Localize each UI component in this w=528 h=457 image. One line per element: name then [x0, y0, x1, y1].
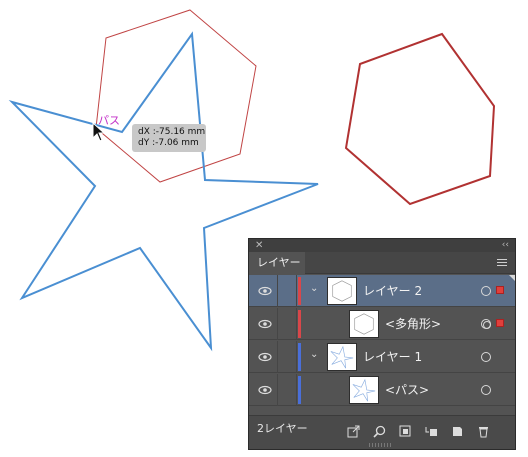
- layer-row-layer-1[interactable]: ⌄ レイヤー 1: [249, 341, 515, 373]
- layer-count-label: 2レイヤー: [257, 422, 308, 435]
- layer-color-bar: [298, 310, 301, 338]
- selection-indicator[interactable]: [496, 319, 504, 327]
- layers-panel: ✕ ‹‹ レイヤー ⌄ レイヤー 2 <多角形> ⌄ レイヤー 1 <パス> 2…: [248, 238, 516, 450]
- move-delta-tooltip: dX :-75.16 mm dY :-7.06 mm: [132, 124, 206, 152]
- layer-thumbnail: [327, 343, 357, 371]
- lock-toggle[interactable]: [277, 374, 297, 406]
- target-circle-icon[interactable]: [481, 352, 491, 362]
- layer-row-path[interactable]: <パス>: [249, 374, 515, 406]
- tooltip-dy: dY :-7.06 mm: [138, 138, 199, 148]
- layer-name[interactable]: レイヤー 1: [363, 341, 422, 373]
- lock-toggle[interactable]: [277, 341, 297, 373]
- collapse-icon[interactable]: ‹‹: [502, 239, 509, 252]
- tooltip-dx: dX :-75.16 mm: [138, 127, 206, 137]
- sublayer-name[interactable]: <パス>: [385, 374, 429, 406]
- sublayer-name[interactable]: <多角形>: [385, 308, 441, 340]
- clipping-mask-icon[interactable]: [399, 423, 412, 437]
- close-icon[interactable]: ✕: [255, 239, 263, 252]
- chevron-down-icon[interactable]: ⌄: [310, 349, 318, 360]
- new-sublayer-icon[interactable]: [425, 423, 438, 436]
- chevron-down-icon[interactable]: ⌄: [310, 283, 318, 294]
- sublayer-thumbnail: [349, 310, 379, 338]
- layer-color-bar: [298, 277, 301, 305]
- selection-indicator[interactable]: [496, 286, 504, 294]
- visibility-eye-icon[interactable]: [258, 319, 272, 329]
- target-double-circle-icon[interactable]: [481, 319, 491, 329]
- visibility-eye-icon[interactable]: [258, 352, 272, 362]
- trash-icon[interactable]: [477, 423, 490, 438]
- tab-layers[interactable]: レイヤー: [249, 252, 305, 274]
- target-circle-icon[interactable]: [481, 385, 491, 395]
- visibility-eye-icon[interactable]: [258, 385, 272, 395]
- layer-row-layer-2[interactable]: ⌄ レイヤー 2: [249, 275, 515, 307]
- hexagon-outline-left[interactable]: [95, 9, 257, 183]
- search-icon[interactable]: [373, 423, 386, 438]
- visibility-eye-icon[interactable]: [258, 286, 272, 296]
- panel-titlebar: ✕ ‹‹: [249, 239, 515, 252]
- target-circle-icon[interactable]: [481, 286, 491, 296]
- lock-toggle[interactable]: [277, 308, 297, 340]
- current-layer-marker: [509, 275, 515, 281]
- resize-grip[interactable]: [369, 443, 393, 447]
- selection-cursor-icon: [92, 122, 106, 142]
- export-icon[interactable]: [347, 423, 360, 438]
- layer-color-bar: [298, 343, 301, 371]
- panel-footer: 2レイヤー: [249, 415, 515, 449]
- layer-color-bar: [298, 376, 301, 404]
- layer-thumbnail: [327, 277, 357, 305]
- hexagon-shape-right[interactable]: [344, 32, 496, 206]
- new-layer-icon[interactable]: [451, 423, 464, 436]
- panel-menu-icon[interactable]: [497, 259, 507, 267]
- layer-row-polygon[interactable]: <多角形>: [249, 308, 515, 340]
- layer-name[interactable]: レイヤー 2: [363, 275, 422, 307]
- lock-toggle[interactable]: [277, 275, 297, 307]
- panel-tabbar: レイヤー: [249, 252, 515, 274]
- sublayer-thumbnail: [349, 376, 379, 404]
